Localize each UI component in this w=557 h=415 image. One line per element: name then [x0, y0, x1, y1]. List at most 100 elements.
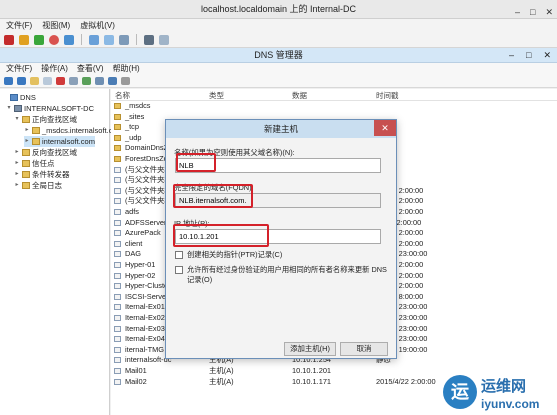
dns-record-icon	[114, 346, 121, 353]
fullscreen-icon[interactable]	[144, 34, 154, 45]
dns-menu-help[interactable]: 帮助(H)	[113, 63, 140, 75]
vm-menu-vm[interactable]: 虚拟机(V)	[80, 19, 115, 32]
snapshot-icon[interactable]	[89, 34, 99, 45]
allow-update-label: 允许所有经过身份验证的用户用相同的所有者名称来更新 DNS 记录(O)	[187, 265, 387, 284]
shutdown-icon[interactable]	[64, 34, 74, 45]
dns-menu-action[interactable]: 操作(A)	[41, 63, 68, 75]
list-item[interactable]: _msdcs	[111, 101, 557, 112]
dns-maximize-button[interactable]: □	[526, 48, 531, 63]
record-name: Hyper-02	[125, 270, 156, 280]
stop-icon[interactable]	[4, 34, 14, 45]
dns-minimize-button[interactable]: –	[509, 48, 514, 63]
tree-expander-icon[interactable]: ▾	[6, 103, 12, 114]
dns-menu-file[interactable]: 文件(F)	[6, 63, 32, 75]
folder-icon	[114, 134, 121, 141]
up-folder-icon[interactable]	[30, 77, 39, 85]
folder-icon	[114, 103, 121, 109]
dns-record-icon	[114, 325, 121, 332]
add-host-button[interactable]: 添加主机(H)	[284, 342, 336, 356]
dns-close-button[interactable]: ✕	[543, 48, 551, 63]
tree-item-label: DNS	[20, 93, 36, 102]
tree-expander-icon[interactable]: ▸	[14, 147, 20, 158]
vm-menu-file[interactable]: 文件(F)	[6, 19, 32, 32]
pause-icon[interactable]	[19, 34, 29, 45]
folder-icon	[114, 145, 121, 152]
tree-expander-icon[interactable]: ▾	[14, 114, 20, 125]
tree-item-label: 反向查找区域	[32, 148, 77, 157]
tree-item-label: 条件转发器	[32, 170, 70, 179]
tree-item-label: 正向查找区域	[32, 115, 77, 124]
column-header-name[interactable]: 名称	[115, 90, 130, 101]
tree-item-global-logs[interactable]: ▸ 全局日志	[14, 180, 62, 191]
tree-item-trust-points[interactable]: ▸ 信任点	[14, 158, 54, 169]
record-type: 主机(A)	[209, 366, 234, 375]
create-ptr-checkbox[interactable]	[175, 251, 183, 259]
reset-icon[interactable]	[49, 34, 59, 45]
record-name: Iternal-Ex02	[125, 313, 165, 322]
dns-menu-bar: 文件(F) 操作(A) 查看(V) 帮助(H)	[0, 63, 557, 75]
tree-item-conditional-forwarders[interactable]: ▸ 条件转发器	[14, 169, 70, 180]
tree-expander-icon[interactable]: ▸	[14, 180, 20, 191]
tree-item-msdcs-zone[interactable]: ▸ _msdcs.internalsoft.c	[24, 125, 112, 136]
dns-window-title: DNS 管理器 – □ ✕	[0, 48, 557, 63]
record-name: Mail02	[125, 376, 147, 386]
dialog-close-button[interactable]: ✕	[374, 120, 396, 136]
record-name: Iternal-Ex03	[125, 323, 165, 333]
revert-icon[interactable]	[104, 34, 114, 45]
record-data: 10.10.1.171	[292, 376, 332, 386]
allow-update-checkbox[interactable]	[175, 266, 183, 274]
watermark-text-block: 运维网 iyunv.com	[481, 375, 551, 411]
dns-record-icon	[114, 336, 121, 343]
forward-icon[interactable]	[17, 77, 26, 85]
record-data: 10.10.1.201	[292, 366, 332, 375]
tree-item-dns[interactable]: DNS	[2, 92, 36, 103]
host-name-input[interactable]	[175, 158, 381, 173]
refresh-icon[interactable]	[82, 77, 91, 85]
tree-item-internalsoft-zone[interactable]: ▸ internalsoft.com	[24, 136, 95, 147]
dns-record-icon	[114, 187, 121, 194]
watermark-site-name: 运维网	[481, 378, 527, 395]
tree-item-label: internalsoft.com	[42, 137, 95, 146]
properties-icon[interactable]	[69, 77, 78, 85]
console-icon[interactable]	[159, 34, 169, 45]
vm-menu-view[interactable]: 视图(M)	[42, 19, 70, 32]
tree-item-forward-zones[interactable]: ▾ 正向查找区域	[14, 114, 77, 125]
help-icon[interactable]	[108, 77, 117, 85]
record-name: Iternal-Ex01	[125, 302, 165, 312]
dns-toolbar	[0, 75, 557, 88]
export-icon[interactable]	[95, 77, 104, 85]
delete-icon[interactable]	[56, 77, 65, 85]
dns-menu-view[interactable]: 查看(V)	[77, 63, 104, 75]
folder-icon	[22, 182, 30, 189]
tree-expander-icon[interactable]: ▸	[14, 169, 20, 180]
back-icon[interactable]	[4, 77, 13, 85]
watermark-logo: 运	[443, 375, 477, 409]
create-ptr-label: 创建相关的指针(PTR)记录(C)	[187, 250, 283, 259]
play-icon[interactable]	[34, 34, 44, 45]
column-header-timestamp[interactable]: 时间戳	[376, 90, 399, 101]
record-name: DAG	[125, 249, 142, 259]
folder-icon	[32, 138, 40, 145]
column-header-data[interactable]: 数据	[292, 90, 307, 101]
site-watermark: 运 运维网 iyunv.com	[443, 375, 551, 411]
fqdn-label: 完全限定的域名(FQDN):	[174, 183, 254, 192]
dns-icon	[10, 94, 18, 101]
cancel-button[interactable]: 取消	[340, 342, 388, 356]
tree-expander-icon[interactable]: ▸	[24, 125, 30, 136]
dialog-title-bar: 新建主机 ✕	[166, 120, 396, 138]
new-record-icon[interactable]	[121, 77, 130, 85]
dns-title-text: DNS 管理器	[254, 50, 303, 60]
record-name: client	[125, 238, 143, 248]
manage-snapshots-icon[interactable]	[119, 34, 129, 45]
ip-address-input[interactable]	[175, 229, 381, 244]
vm-toolbar	[0, 32, 557, 48]
column-header-type[interactable]: 类型	[209, 90, 224, 101]
tree-item-reverse-zones[interactable]: ▸ 反向查找区域	[14, 147, 77, 158]
show-tree-icon[interactable]	[43, 77, 52, 85]
tree-expander-icon[interactable]: ▸	[24, 136, 30, 147]
tree-item-server[interactable]: ▾ INTERNALSOFT-DC	[6, 103, 94, 114]
name-label: 名称(如果为空则使用其父域名称)(N):	[174, 148, 295, 157]
dns-record-icon	[114, 272, 121, 279]
dns-record-icon	[114, 251, 121, 258]
tree-expander-icon[interactable]: ▸	[14, 158, 20, 169]
